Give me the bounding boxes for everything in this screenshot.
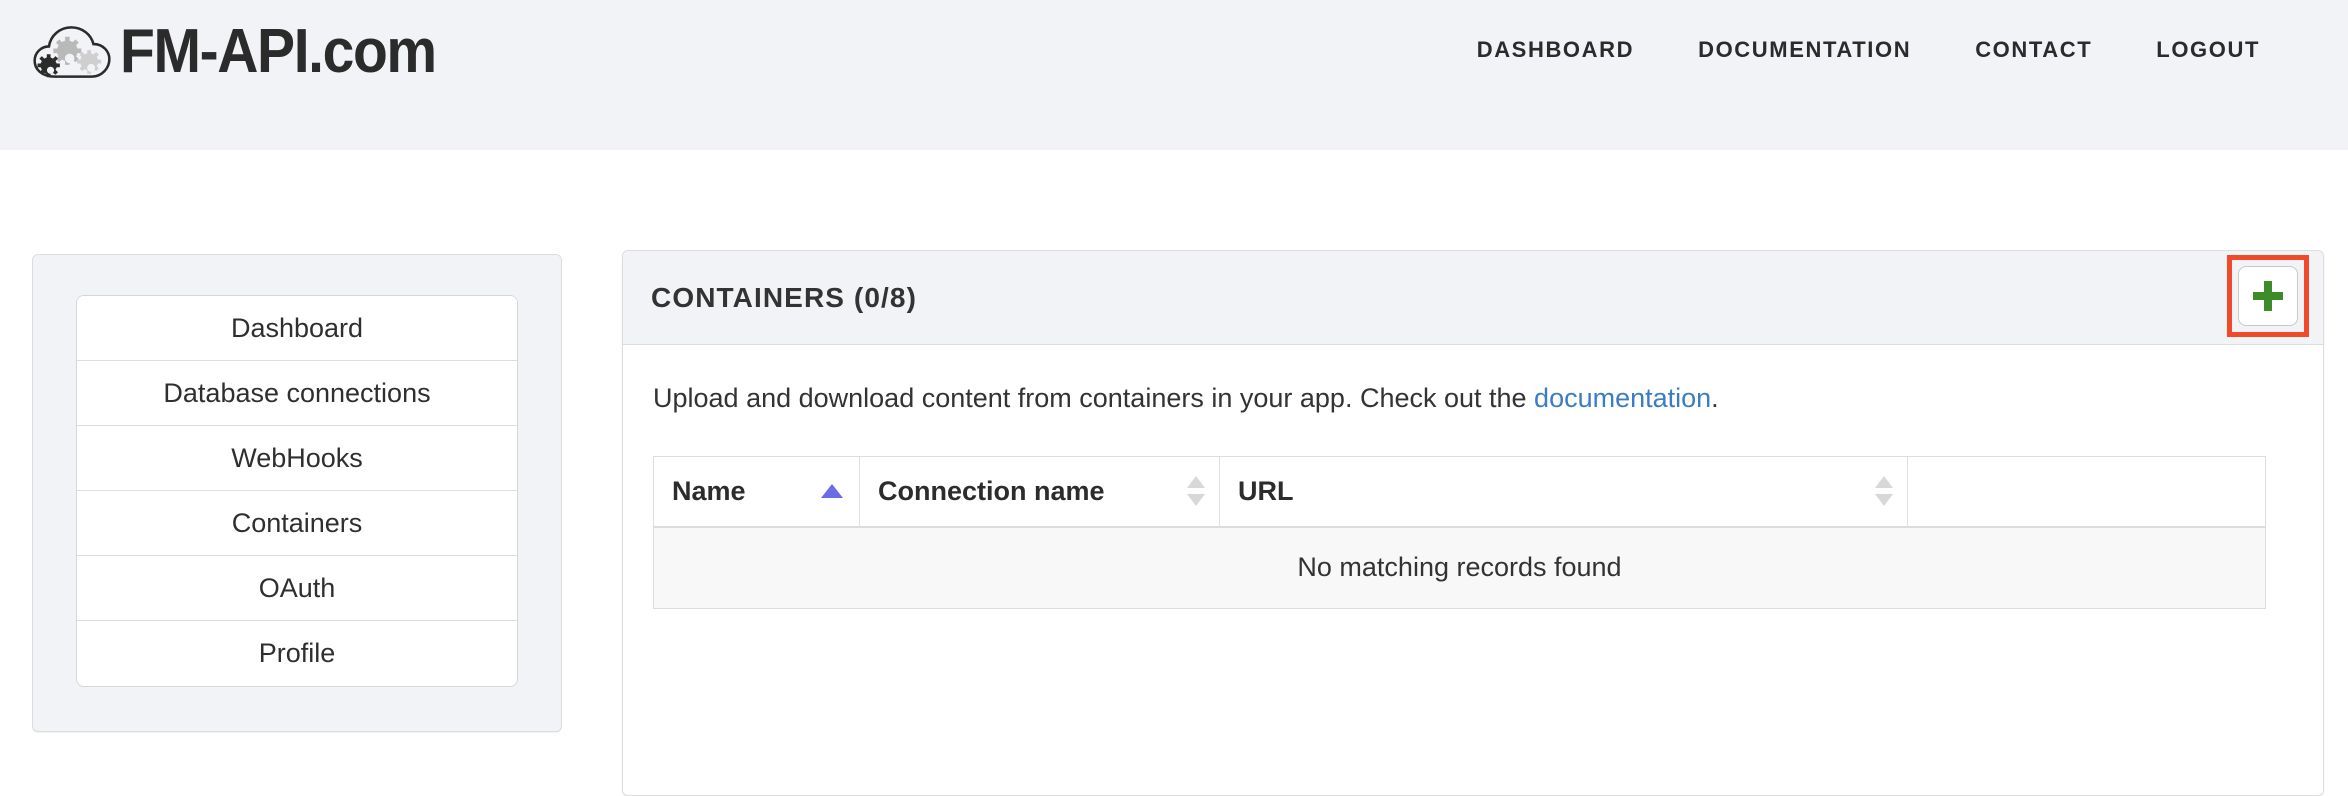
- sidebar-item-dashboard[interactable]: Dashboard: [77, 296, 517, 361]
- table-head: Name Connection name URL: [653, 456, 2266, 528]
- documentation-link[interactable]: documentation: [1534, 383, 1711, 413]
- table-body: No matching records found: [653, 526, 2266, 609]
- panel-body: Upload and download content from contain…: [623, 345, 2323, 610]
- containers-panel: CONTAINERS (0/8) Upload and download con…: [622, 250, 2324, 796]
- nav-link-dashboard[interactable]: DASHBOARD: [1445, 39, 1666, 61]
- page-title: CONTAINERS (0/8): [651, 282, 917, 313]
- sidebar-list: Dashboard Database connections WebHooks …: [76, 295, 518, 687]
- top-navbar: FM-API.com DASHBOARD DOCUMENTATION CONTA…: [0, 0, 2348, 150]
- sidebar-item-webhooks[interactable]: WebHooks: [77, 426, 517, 491]
- sidebar-panel: Dashboard Database connections WebHooks …: [32, 254, 562, 732]
- table-header-name-label: Name: [672, 475, 746, 506]
- table-header-url-label: URL: [1238, 475, 1294, 506]
- nav-links: DASHBOARD DOCUMENTATION CONTACT LOGOUT: [1445, 0, 2292, 100]
- brand-logo-link[interactable]: FM-API.com: [28, 16, 463, 88]
- sidebar-item-containers[interactable]: Containers: [77, 491, 517, 556]
- containers-table: Name Connection name URL No matching rec…: [653, 456, 2266, 610]
- nav-link-documentation[interactable]: DOCUMENTATION: [1666, 39, 1943, 61]
- sort-both-icon: [1187, 474, 1205, 508]
- panel-description-before: Upload and download content from contain…: [653, 383, 1535, 413]
- table-header-connection-name-label: Connection name: [878, 475, 1105, 506]
- table-empty-row: No matching records found: [653, 526, 2266, 609]
- sort-ascending-icon: [821, 484, 843, 499]
- sidebar-item-profile[interactable]: Profile: [77, 621, 517, 686]
- sidebar-item-database-connections[interactable]: Database connections: [77, 361, 517, 426]
- table-header-url[interactable]: URL: [1219, 456, 1908, 528]
- nav-link-contact[interactable]: CONTACT: [1943, 39, 2124, 61]
- sort-both-icon: [1875, 474, 1893, 508]
- table-header-actions: [1907, 456, 2266, 528]
- panel-description-after: .: [1711, 383, 1719, 413]
- plus-icon: [2253, 281, 2283, 311]
- add-container-button[interactable]: [2238, 266, 2298, 326]
- sidebar-item-oauth[interactable]: OAuth: [77, 556, 517, 621]
- panel-heading: CONTAINERS (0/8): [623, 251, 2323, 345]
- table-empty-message: No matching records found: [653, 526, 2266, 609]
- table-header-name[interactable]: Name: [653, 456, 860, 528]
- table-header-connection-name[interactable]: Connection name: [859, 456, 1220, 528]
- nav-link-logout[interactable]: LOGOUT: [2124, 39, 2292, 61]
- table-header-row: Name Connection name URL: [653, 456, 2266, 528]
- cloud-gears-logo-icon: [33, 26, 111, 78]
- brand-title: FM-API.com: [120, 17, 437, 86]
- page-content: Dashboard Database connections WebHooks …: [0, 150, 2348, 796]
- panel-description: Upload and download content from contain…: [653, 381, 2293, 416]
